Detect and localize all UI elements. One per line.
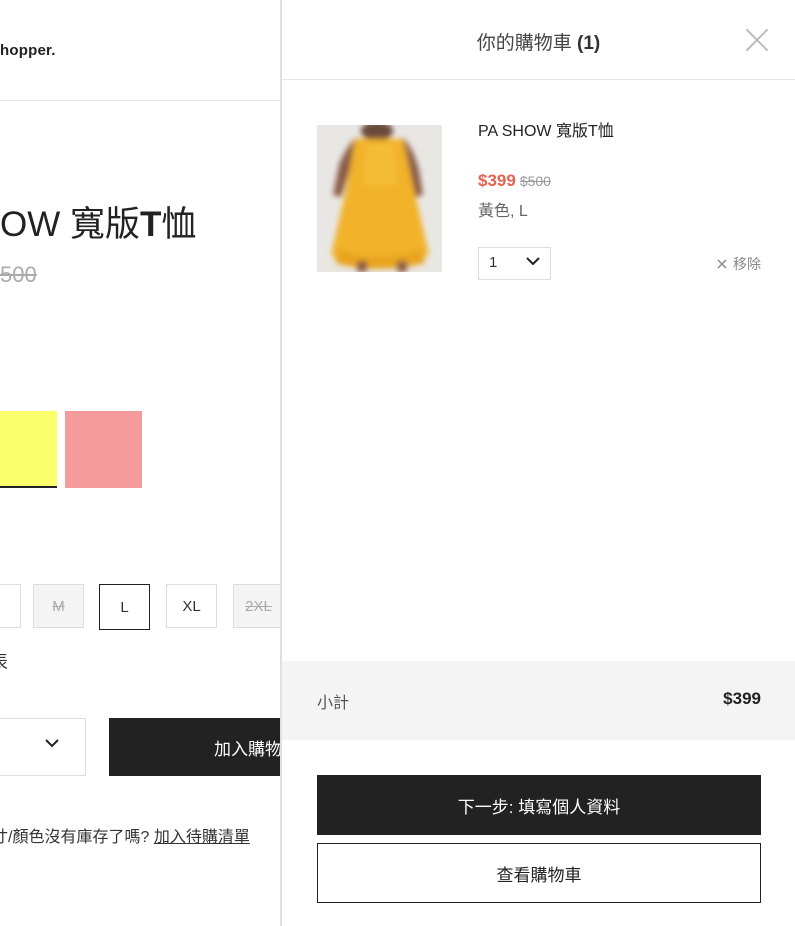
chevron-down-icon xyxy=(526,257,540,266)
quantity-value: 1 xyxy=(489,254,498,271)
cart-item-sale-price: $399 xyxy=(478,171,516,190)
cart-drawer: 你的購物車 (1) PA SHOW 寬版T恤 $399 $500 黃色, L 1… xyxy=(280,0,795,926)
remove-label: 移除 xyxy=(733,256,761,272)
header-divider xyxy=(0,100,282,101)
size-option-2xl[interactable]: 2XL xyxy=(233,584,282,628)
cart-item-price: $399 $500 xyxy=(478,171,551,191)
cart-item-count: (1) xyxy=(577,33,601,54)
product-title: OW 寬版T恤 xyxy=(0,205,197,244)
color-swatch-pink[interactable] xyxy=(65,411,142,488)
subtotal-label: 小計 xyxy=(317,695,350,712)
cart-item-original-price: $500 xyxy=(519,173,551,189)
subtotal-value: $399 xyxy=(723,689,761,708)
product-original-price: 500 xyxy=(0,262,37,287)
close-icon xyxy=(717,259,727,269)
add-to-cart-button[interactable]: 加入購物 xyxy=(109,718,282,776)
color-swatch-yellow[interactable] xyxy=(0,411,57,488)
store-logo[interactable]: hopper. xyxy=(0,42,56,59)
view-cart-button[interactable]: 查看購物車 xyxy=(317,843,761,903)
cart-item-variant: 黃色, L xyxy=(478,203,528,220)
quantity-select[interactable] xyxy=(0,718,86,776)
cart-item-quantity-select[interactable]: 1 xyxy=(478,247,551,280)
product-page-background: hopper. OW 寬版T恤 500 M L XL 2XL 表 加入購物 寸/… xyxy=(0,0,282,926)
size-option-l[interactable]: L xyxy=(99,584,150,630)
checkout-next-button[interactable]: 下一步: 填寫個人資料 xyxy=(317,775,761,835)
size-chart-link[interactable]: 表 xyxy=(0,648,8,674)
cart-item-thumbnail[interactable] xyxy=(317,125,442,272)
product-image xyxy=(317,125,442,272)
size-option-xl[interactable]: XL xyxy=(166,584,217,628)
waitlist-prompt: 寸/顏色沒有庫存了嗎? 加入待購清單 xyxy=(0,823,250,847)
close-icon[interactable] xyxy=(745,28,769,52)
cart-item-name[interactable]: PA SHOW 寬版T恤 xyxy=(478,117,614,141)
size-option-partial[interactable] xyxy=(0,584,21,628)
cart-title-text: 你的購物車 xyxy=(476,33,572,54)
size-option-m[interactable]: M xyxy=(33,584,84,628)
waitlist-link[interactable]: 加入待購清單 xyxy=(154,829,250,846)
waitlist-text: 寸/顏色沒有庫存了嗎? xyxy=(0,829,150,846)
cart-title: 你的購物車 (1) xyxy=(282,28,795,55)
remove-item-button[interactable]: 移除 xyxy=(717,254,761,274)
cart-drawer-header: 你的購物車 (1) xyxy=(282,0,795,80)
subtotal-row: 小計 $399 xyxy=(282,661,795,740)
chevron-down-icon xyxy=(45,739,59,748)
